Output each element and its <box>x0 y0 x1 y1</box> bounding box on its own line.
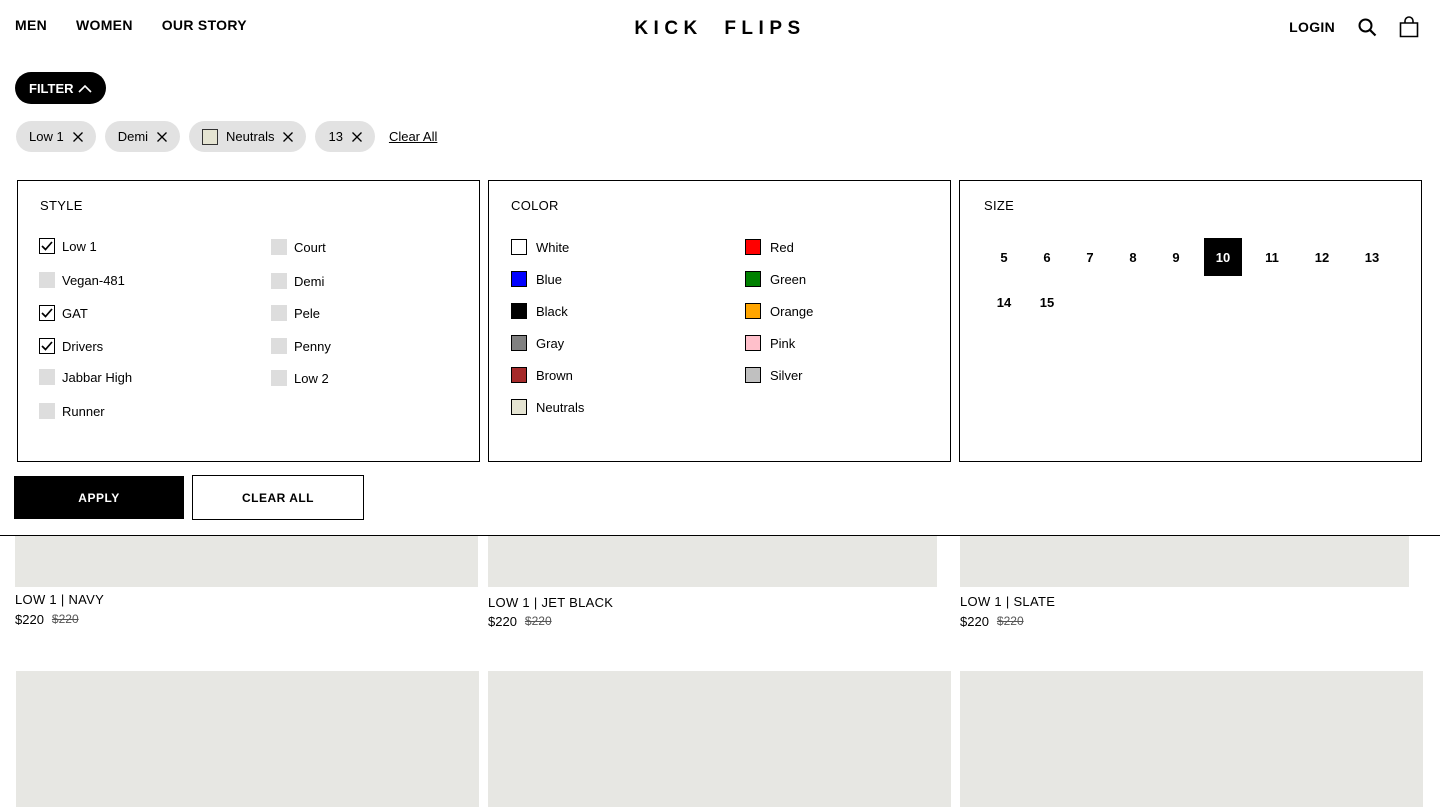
style-filter-panel: STYLE Low 1 Vegan-481 GAT Drivers Jabbar… <box>17 180 480 462</box>
product-image[interactable] <box>15 536 478 587</box>
clear-all-button[interactable]: CLEAR ALL <box>192 475 364 520</box>
style-option-low-1[interactable]: Low 1 <box>39 238 97 254</box>
clear-all-link[interactable]: Clear All <box>389 129 437 144</box>
close-icon[interactable] <box>351 131 363 143</box>
search-icon[interactable] <box>1357 15 1377 39</box>
compare-price: $220 <box>51 612 79 626</box>
color-swatch[interactable] <box>511 399 527 415</box>
checkbox[interactable] <box>271 370 287 386</box>
checkbox[interactable] <box>39 403 55 419</box>
color-swatch[interactable] <box>745 239 761 255</box>
style-option-vegan-481[interactable]: Vegan-481 <box>39 272 125 288</box>
color-swatch[interactable] <box>745 271 761 287</box>
style-option-drivers[interactable]: Drivers <box>39 338 103 354</box>
color-option-orange[interactable]: Orange <box>745 303 813 319</box>
style-option-pele[interactable]: Pele <box>271 305 320 321</box>
product-image[interactable] <box>16 671 479 807</box>
color-swatch[interactable] <box>745 303 761 319</box>
checkbox-checked-icon[interactable] <box>39 338 55 354</box>
color-option-black[interactable]: Black <box>511 303 568 319</box>
product-image[interactable] <box>960 671 1423 807</box>
close-icon[interactable] <box>72 131 84 143</box>
color-option-red[interactable]: Red <box>745 239 794 255</box>
checkbox[interactable] <box>271 239 287 255</box>
size-option-7[interactable]: 7 <box>1071 238 1109 276</box>
checkbox-checked-icon[interactable] <box>39 305 55 321</box>
product-name[interactable]: LOW 1 | NAVY <box>15 592 104 607</box>
close-icon[interactable] <box>282 131 294 143</box>
color-swatch[interactable] <box>745 367 761 383</box>
checkbox[interactable] <box>271 273 287 289</box>
cart-icon[interactable] <box>1399 15 1419 39</box>
neutrals-swatch <box>202 128 219 145</box>
color-option-green[interactable]: Green <box>745 271 806 287</box>
product-name[interactable]: LOW 1 | SLATE <box>960 594 1055 609</box>
color-option-blue[interactable]: Blue <box>511 271 562 287</box>
close-icon[interactable] <box>156 131 168 143</box>
product-price: $220 $220 <box>15 612 79 627</box>
checkbox[interactable] <box>271 305 287 321</box>
color-swatch[interactable] <box>511 303 527 319</box>
filter-chip-low-1[interactable]: Low 1 <box>16 121 96 152</box>
size-option-5[interactable]: 5 <box>985 238 1023 276</box>
style-option-runner[interactable]: Runner <box>39 403 105 419</box>
style-option-low-2[interactable]: Low 2 <box>271 370 329 386</box>
brand-logo[interactable]: KICK FLIPS <box>0 18 1440 40</box>
color-swatch[interactable] <box>511 367 527 383</box>
color-option-silver[interactable]: Silver <box>745 367 803 383</box>
product-name[interactable]: LOW 1 | JET BLACK <box>488 595 613 610</box>
checkbox[interactable] <box>39 272 55 288</box>
size-option-12[interactable]: 12 <box>1303 238 1341 276</box>
color-option-gray[interactable]: Gray <box>511 335 564 351</box>
compare-price: $220 <box>524 614 552 628</box>
style-option-penny[interactable]: Penny <box>271 338 331 354</box>
apply-button[interactable]: APPLY <box>14 476 184 519</box>
style-option-jabbar-high[interactable]: Jabbar High <box>39 369 132 385</box>
color-swatch[interactable] <box>511 335 527 351</box>
size-option-11[interactable]: 11 <box>1253 238 1291 276</box>
product-image[interactable] <box>488 671 951 807</box>
compare-price: $220 <box>996 614 1024 628</box>
filter-chip-size-13[interactable]: 13 <box>315 121 375 152</box>
product-image[interactable] <box>960 536 1409 587</box>
size-option-13[interactable]: 13 <box>1353 238 1391 276</box>
checkbox-checked-icon[interactable] <box>39 238 55 254</box>
header-actions: LOGIN <box>1289 15 1419 39</box>
style-option-gat[interactable]: GAT <box>39 305 88 321</box>
style-title: STYLE <box>40 198 83 213</box>
color-filter-panel: COLOR White Blue Black Gray Brown Neutra… <box>488 180 951 462</box>
color-swatch[interactable] <box>511 239 527 255</box>
color-option-white[interactable]: White <box>511 239 569 255</box>
color-option-neutrals[interactable]: Neutrals <box>511 399 584 415</box>
size-option-14[interactable]: 14 <box>985 283 1023 321</box>
size-option-6[interactable]: 6 <box>1028 238 1066 276</box>
product-image[interactable] <box>488 536 937 587</box>
style-option-court[interactable]: Court <box>271 239 326 255</box>
size-option-15[interactable]: 15 <box>1028 283 1066 321</box>
size-title: SIZE <box>984 198 1015 213</box>
size-option-9[interactable]: 9 <box>1157 238 1195 276</box>
filter-chip-demi[interactable]: Demi <box>104 121 181 152</box>
product-price: $220 $220 <box>488 614 552 629</box>
active-filters: Low 1 Demi Neutrals 13 Clear All <box>16 121 437 152</box>
color-option-pink[interactable]: Pink <box>745 335 795 351</box>
filter-toggle-button[interactable]: FILTER <box>15 72 106 104</box>
filter-chip-neutrals[interactable]: Neutrals <box>189 121 307 152</box>
size-filter-panel: SIZE 5 6 7 8 9 10 11 12 13 14 15 <box>959 180 1422 462</box>
size-option-8[interactable]: 8 <box>1114 238 1152 276</box>
checkbox[interactable] <box>271 338 287 354</box>
product-price: $220 $220 <box>960 614 1024 629</box>
color-option-brown[interactable]: Brown <box>511 367 573 383</box>
chevron-up-icon <box>77 84 92 93</box>
login-link[interactable]: LOGIN <box>1289 19 1335 35</box>
filter-toggle-label: FILTER <box>29 80 74 96</box>
color-title: COLOR <box>511 198 559 213</box>
style-option-demi[interactable]: Demi <box>271 273 324 289</box>
color-swatch[interactable] <box>511 271 527 287</box>
size-option-10-selected[interactable]: 10 <box>1204 238 1242 276</box>
color-swatch[interactable] <box>745 335 761 351</box>
checkbox[interactable] <box>39 369 55 385</box>
